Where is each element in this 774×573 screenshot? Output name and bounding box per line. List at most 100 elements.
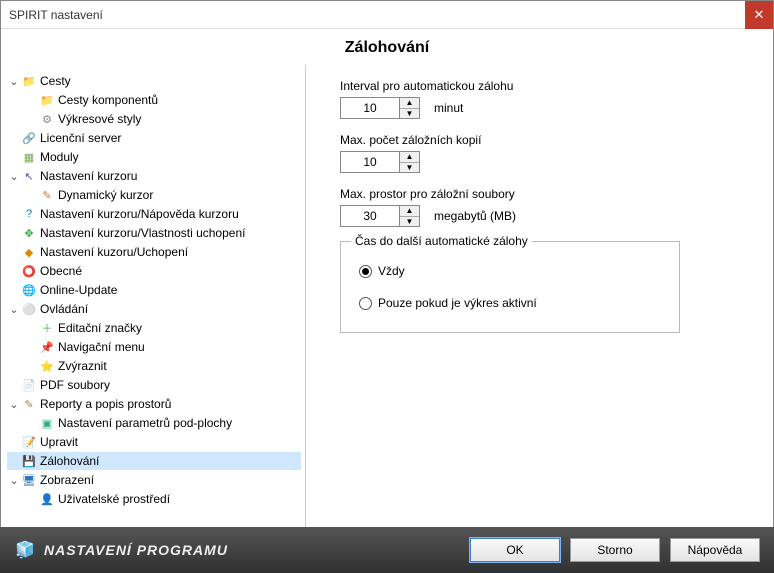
tree-expander-icon[interactable]: ⌄ — [7, 170, 21, 183]
tree-item-label: Zvýraznit — [58, 359, 107, 373]
tree-item-label: Výkresové styly — [58, 112, 141, 126]
tree-item-icon: 📝 — [21, 434, 37, 450]
page-title: Zálohování — [1, 29, 773, 65]
tree-item-label: Licenční server — [40, 131, 121, 145]
ok-button[interactable]: OK — [470, 538, 560, 562]
tree-nav-menu[interactable]: 📌Navigační menu — [7, 338, 301, 356]
tree-item-icon: 📁 — [39, 92, 55, 108]
tree-online-update[interactable]: 🌐Online-Update — [7, 281, 301, 299]
tree-item-label: Zobrazení — [40, 473, 94, 487]
radio-always[interactable] — [359, 265, 372, 278]
radio-always-label: Vždy — [378, 264, 405, 278]
tree-controls[interactable]: ⌄⚪Ovládání — [7, 300, 301, 318]
tree-item-icon: ▦ — [21, 149, 37, 165]
max-space-spinner[interactable]: ▲ ▼ — [340, 205, 420, 227]
tree-snap-props[interactable]: ✥Nastavení kurzoru/Vlastnosti uchopení — [7, 224, 301, 242]
tree-item-label: Obecné — [40, 264, 82, 278]
tree-item-icon: 📌 — [39, 339, 55, 355]
tree-dynamic-cursor[interactable]: ✎Dynamický kurzor — [7, 186, 301, 204]
tree-item-label: Moduly — [40, 150, 79, 164]
max-space-input[interactable] — [341, 206, 399, 226]
tree-display[interactable]: ⌄🖥Zobrazení — [7, 471, 301, 489]
tree-user-env[interactable]: 👤Uživatelské prostředí — [7, 490, 301, 508]
tree-edit-marks[interactable]: ＋Editační značky — [7, 319, 301, 337]
max-copies-label: Max. počet záložních kopií — [340, 133, 751, 147]
spinner-down-icon[interactable]: ▼ — [400, 109, 419, 119]
radio-active-row[interactable]: Pouze pokud je výkres aktivní — [359, 296, 665, 310]
footer-bar: 🧊 NASTAVENÍ PROGRAMU OK Storno Nápověda — [0, 527, 774, 573]
tree-item-icon: ⭕ — [21, 263, 37, 279]
spinner-down-icon[interactable]: ▼ — [400, 217, 419, 227]
tree-item-label: Nastavení kurzoru — [40, 169, 137, 183]
tree-subarea-params[interactable]: ▣Nastavení parametrů pod-plochy — [7, 414, 301, 432]
interval-label: Interval pro automatickou zálohu — [340, 79, 751, 93]
tree-item-icon: ✎ — [21, 396, 37, 412]
tree-snap[interactable]: ◆Nastavení kuzoru/Uchopení — [7, 243, 301, 261]
tree-drawing-styles[interactable]: ⚙Výkresové styly — [7, 110, 301, 128]
tree-item-icon: ↖ — [21, 168, 37, 184]
tree-general[interactable]: ⭕Obecné — [7, 262, 301, 280]
spinner-down-icon[interactable]: ▼ — [400, 163, 419, 173]
tree-item-icon: 📄 — [21, 377, 37, 393]
tree-highlight[interactable]: ⭐Zvýraznit — [7, 357, 301, 375]
tree-item-icon: ⭐ — [39, 358, 55, 374]
tree-backup[interactable]: 💾Zálohování — [7, 452, 301, 470]
tree-item-icon: ✥ — [21, 225, 37, 241]
tree-edit[interactable]: 📝Upravit — [7, 433, 301, 451]
tree-item-label: Nastavení kurzoru/Vlastnosti uchopení — [40, 226, 245, 240]
tree-item-icon: ▣ — [39, 415, 55, 431]
close-icon: ✕ — [754, 7, 765, 23]
spinner-up-icon[interactable]: ▲ — [400, 206, 419, 217]
interval-spinner[interactable]: ▲ ▼ — [340, 97, 420, 119]
radio-always-row[interactable]: Vždy — [359, 264, 665, 278]
program-icon: 🧊 — [14, 539, 36, 561]
tree-item-label: Ovládání — [40, 302, 88, 316]
titlebar: SPIRIT nastavení ✕ — [1, 1, 773, 29]
tree-expander-icon[interactable]: ⌄ — [7, 303, 21, 316]
tree-item-icon: 📁 — [21, 73, 37, 89]
tree-reports[interactable]: ⌄✎Reporty a popis prostorů — [7, 395, 301, 413]
tree-item-icon: ◆ — [21, 244, 37, 260]
tree-expander-icon[interactable]: ⌄ — [7, 75, 21, 88]
tree-item-label: Online-Update — [40, 283, 117, 297]
max-space-unit: megabytů (MB) — [434, 209, 516, 223]
tree-item-label: PDF soubory — [40, 378, 110, 392]
settings-tree[interactable]: ⌄📁Cesty📁Cesty komponentů⚙Výkresové styly… — [1, 65, 306, 535]
spinner-up-icon[interactable]: ▲ — [400, 98, 419, 109]
help-button[interactable]: Nápověda — [670, 538, 760, 562]
tree-item-icon: ⚙ — [39, 111, 55, 127]
interval-input[interactable] — [341, 98, 399, 118]
tree-cursor-help[interactable]: ?Nastavení kurzoru/Nápověda kurzoru — [7, 205, 301, 223]
tree-item-icon: ? — [21, 206, 37, 222]
max-copies-spinner[interactable]: ▲ ▼ — [340, 151, 420, 173]
tree-item-icon: ✎ — [39, 187, 55, 203]
cancel-button[interactable]: Storno — [570, 538, 660, 562]
tree-item-icon: 🖥 — [21, 472, 37, 488]
tree-item-icon: ＋ — [39, 320, 55, 336]
tree-item-icon: 🌐 — [21, 282, 37, 298]
tree-expander-icon[interactable]: ⌄ — [7, 398, 21, 411]
tree-cursor-settings[interactable]: ⌄↖Nastavení kurzoru — [7, 167, 301, 185]
window-title: SPIRIT nastavení — [9, 8, 745, 22]
tree-modules[interactable]: ▦Moduly — [7, 148, 301, 166]
tree-item-label: Upravit — [40, 435, 78, 449]
tree-component-paths[interactable]: 📁Cesty komponentů — [7, 91, 301, 109]
tree-expander-icon[interactable]: ⌄ — [7, 474, 21, 487]
tree-item-label: Nastavení parametrů pod-plochy — [58, 416, 232, 430]
tree-item-label: Cesty — [40, 74, 71, 88]
groupbox-legend: Čas do další automatické zálohy — [351, 234, 532, 248]
tree-license-server[interactable]: 🔗Licenční server — [7, 129, 301, 147]
close-button[interactable]: ✕ — [745, 1, 773, 29]
radio-active-label: Pouze pokud je výkres aktivní — [378, 296, 537, 310]
tree-pdf[interactable]: 📄PDF soubory — [7, 376, 301, 394]
tree-paths[interactable]: ⌄📁Cesty — [7, 72, 301, 90]
tree-item-label: Navigační menu — [58, 340, 145, 354]
max-copies-input[interactable] — [341, 152, 399, 172]
tree-item-label: Editační značky — [58, 321, 142, 335]
tree-item-icon: ⚪ — [21, 301, 37, 317]
spinner-up-icon[interactable]: ▲ — [400, 152, 419, 163]
radio-active[interactable] — [359, 297, 372, 310]
tree-item-label: Reporty a popis prostorů — [40, 397, 171, 411]
tree-item-label: Zálohování — [40, 454, 99, 468]
tree-item-label: Dynamický kurzor — [58, 188, 153, 202]
